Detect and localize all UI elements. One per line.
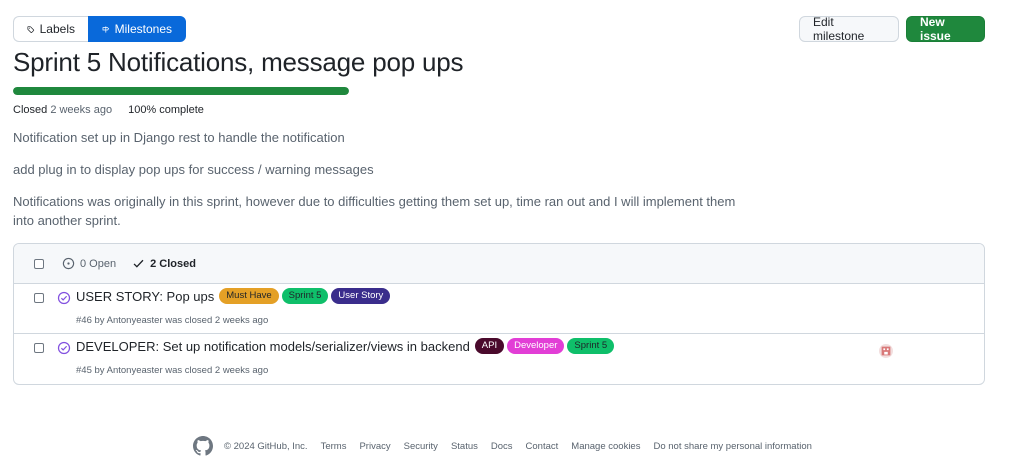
- milestones-tab[interactable]: Milestones: [88, 16, 186, 42]
- open-count: 0 Open: [80, 257, 117, 270]
- issue-checkbox[interactable]: [34, 293, 44, 303]
- issue-label[interactable]: Developer: [507, 338, 565, 354]
- description-paragraph: Notifications was originally in this spr…: [13, 194, 736, 228]
- milestone-title: Sprint 5 Notifications, message pop ups: [13, 47, 464, 77]
- issue-closed-icon: [57, 291, 71, 305]
- labels-tab-label: Labels: [39, 22, 75, 36]
- milestone-icon: [102, 25, 110, 33]
- open-issues-filter[interactable]: 0 Open: [62, 257, 116, 270]
- issue-row[interactable]: DEVELOPER: Set up notification models/se…: [14, 334, 984, 384]
- milestone-description: Notification set up in Django rest to ha…: [13, 128, 753, 243]
- issue-label[interactable]: Sprint 5: [281, 288, 329, 304]
- milestone-closed-info: Closed 2 weeks ago: [13, 104, 112, 116]
- issue-label[interactable]: API: [474, 338, 505, 354]
- issue-title-line: DEVELOPER: Set up notification models/se…: [76, 338, 615, 354]
- issue-closed-icon: [57, 341, 71, 355]
- subnav: Labels Milestones Edit milestone New iss…: [13, 15, 985, 43]
- issue-checkbox[interactable]: [34, 343, 44, 353]
- footer-link-status[interactable]: Status: [451, 441, 478, 452]
- select-all-checkbox[interactable]: [34, 258, 44, 269]
- footer-link-do-not-share[interactable]: Do not share my personal information: [653, 441, 811, 452]
- milestone-closed-when: 2 weeks ago: [50, 104, 113, 116]
- footer-copyright: © 2024 GitHub, Inc.: [224, 440, 308, 452]
- new-issue-button[interactable]: New issue: [906, 15, 985, 43]
- description-paragraph: Notification set up in Django rest to ha…: [13, 130, 345, 145]
- footer-link-terms[interactable]: Terms: [321, 441, 347, 452]
- issues-list-header: 0 Open 2 Closed: [14, 244, 984, 284]
- issue-meta: #46 by Antonyeaster was closed 2 weeks a…: [76, 315, 269, 326]
- issue-row[interactable]: USER STORY: Pop ups Must Have Sprint 5 U…: [14, 284, 984, 334]
- footer-link-security[interactable]: Security: [404, 441, 438, 452]
- footer-link-contact[interactable]: Contact: [526, 441, 559, 452]
- milestone-progress-fill: [13, 87, 349, 95]
- issue-label[interactable]: User Story: [331, 288, 391, 304]
- assignee-avatar[interactable]: [879, 344, 893, 358]
- labels-tab[interactable]: Labels: [13, 16, 88, 42]
- milestone-progress-bar: [13, 87, 349, 95]
- milestone-meta: Closed 2 weeks ago 100% complete: [13, 104, 204, 116]
- issue-label[interactable]: Sprint 5: [567, 338, 615, 354]
- labels-milestones-switch: Labels Milestones: [13, 16, 186, 42]
- issue-label[interactable]: Must Have: [219, 288, 279, 304]
- site-footer: © 2024 GitHub, Inc. Terms Privacy Securi…: [193, 436, 812, 456]
- issue-open-icon: [62, 257, 75, 270]
- tag-icon: [27, 25, 35, 33]
- milestone-actions: Edit milestone New issue: [799, 15, 985, 43]
- edit-milestone-button[interactable]: Edit milestone: [799, 15, 899, 43]
- closed-issues-filter[interactable]: 2 Closed: [132, 257, 196, 270]
- closed-count: 2 Closed: [150, 257, 196, 270]
- issue-meta: #45 by Antonyeaster was closed 2 weeks a…: [76, 365, 269, 376]
- check-icon: [133, 259, 144, 268]
- milestone-state: Closed: [13, 104, 48, 116]
- footer-link-manage-cookies[interactable]: Manage cookies: [571, 441, 640, 452]
- issue-title-line: USER STORY: Pop ups Must Have Sprint 5 U…: [76, 288, 391, 304]
- issues-list: 0 Open 2 Closed USER STORY: Pop ups Must…: [13, 243, 985, 385]
- footer-link-privacy[interactable]: Privacy: [359, 441, 390, 452]
- github-logo-icon[interactable]: [193, 436, 213, 456]
- description-paragraph: add plug in to display pop ups for succe…: [13, 162, 374, 177]
- footer-link-docs[interactable]: Docs: [491, 441, 513, 452]
- issue-title-link[interactable]: USER STORY: Pop ups: [76, 289, 214, 304]
- milestones-tab-label: Milestones: [114, 22, 172, 36]
- milestone-completion: 100% complete: [128, 104, 204, 116]
- issue-title-link[interactable]: DEVELOPER: Set up notification models/se…: [76, 339, 470, 354]
